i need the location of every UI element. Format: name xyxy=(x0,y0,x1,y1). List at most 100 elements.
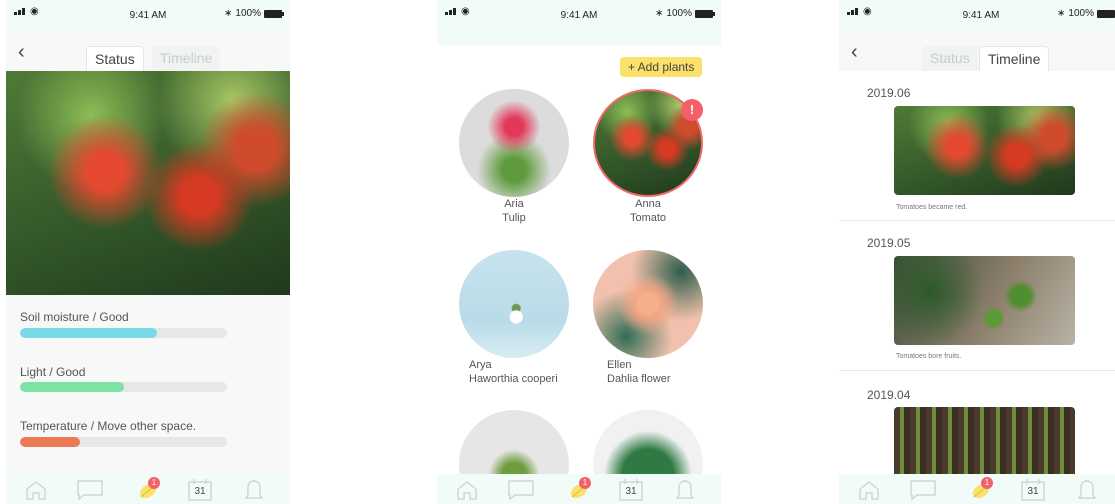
tab-home[interactable] xyxy=(855,478,883,502)
plant-name: Anna xyxy=(635,198,661,210)
timeline-photo xyxy=(894,106,1075,195)
tab-calendar[interactable]: 31 xyxy=(186,478,214,502)
plant-photo-tulip xyxy=(459,89,569,197)
calendar-day: 31 xyxy=(625,486,637,497)
tab-leaf[interactable]: 1 xyxy=(134,477,162,502)
plant-card-aria[interactable]: Aria Tulip xyxy=(459,89,569,225)
back-icon[interactable]: ‹ xyxy=(851,42,858,62)
top-bar: ‹ Status Timeline xyxy=(839,30,1115,72)
notification-badge: 1 xyxy=(579,477,591,489)
plant-name: Ellen xyxy=(607,359,632,371)
plant-name: Aria xyxy=(504,198,524,210)
battery-percent: 100% xyxy=(666,8,692,19)
battery-percent: 100% xyxy=(235,8,261,19)
battery-icon xyxy=(695,9,715,18)
bluetooth-icon: ∗ xyxy=(655,8,664,19)
tab-home[interactable] xyxy=(453,478,481,502)
plant-name: Arya xyxy=(469,359,492,371)
light-bar xyxy=(20,382,227,392)
status-bar: ◉ 9:41 AM ∗ 100% xyxy=(6,0,290,30)
tab-chat[interactable] xyxy=(507,478,535,502)
battery-icon xyxy=(264,9,284,18)
stat-label-light: Light / Good xyxy=(20,365,86,379)
timeline-date: 2019.06 xyxy=(867,86,911,100)
calendar-day: 31 xyxy=(1027,486,1039,497)
leaf-icon: 1 xyxy=(970,477,993,500)
timeline-date: 2019.05 xyxy=(867,236,911,250)
chat-icon xyxy=(77,480,103,500)
tab-bell[interactable] xyxy=(240,478,268,502)
calendar-icon: 31 xyxy=(619,479,643,501)
timeline-entry[interactable]: 2019.05 Tomatoes bore fruits. xyxy=(839,222,1115,371)
top-bar: ‹ Status Timeline xyxy=(6,30,290,72)
temperature-fill xyxy=(20,437,81,447)
plant-card-ellen[interactable]: Ellen Dahlia flower xyxy=(593,250,703,386)
soil-moisture-bar xyxy=(20,328,227,338)
tab-bell[interactable] xyxy=(1073,478,1101,502)
calendar-day: 31 xyxy=(194,486,206,497)
timeline-date: 2019.04 xyxy=(867,388,911,402)
home-icon xyxy=(456,480,478,500)
plant-list-screen: ◉ 9:41 AM ∗ 100% + Add plants Aria Tulip … xyxy=(437,0,721,504)
plant-card-anna[interactable]: ! Anna Tomato xyxy=(593,89,703,225)
light-fill xyxy=(20,382,124,392)
tab-home[interactable] xyxy=(22,478,50,502)
add-plants-button[interactable]: + Add plants xyxy=(620,57,703,77)
bell-icon xyxy=(243,479,265,501)
timeline-entry[interactable]: 2019.04 xyxy=(839,372,1115,496)
alert-icon: ! xyxy=(681,99,703,121)
bluetooth-icon: ∗ xyxy=(224,8,233,19)
leaf-icon: 1 xyxy=(137,477,160,500)
tab-leaf[interactable]: 1 xyxy=(565,477,593,502)
plant-species: Haworthia cooperi xyxy=(469,373,558,385)
tab-bar: 1 31 xyxy=(839,474,1115,504)
tab-bar: 1 31 xyxy=(6,474,290,504)
tab-bell[interactable] xyxy=(671,478,699,502)
stat-label-soil: Soil moisture / Good xyxy=(20,310,129,324)
tab-calendar[interactable]: 31 xyxy=(1019,478,1047,502)
timeline-photo xyxy=(894,256,1075,345)
temperature-bar xyxy=(20,437,227,447)
battery-icon xyxy=(1097,9,1115,18)
stat-label-temperature: Temperature / Move other space. xyxy=(20,419,197,433)
calendar-icon: 31 xyxy=(188,479,212,501)
timeline-screen: ◉ 9:41 AM ∗ 100% ‹ Status Timeline 2019.0… xyxy=(839,0,1115,504)
tab-calendar[interactable]: 31 xyxy=(617,478,645,502)
bell-icon xyxy=(1076,479,1098,501)
bluetooth-icon: ∗ xyxy=(1057,8,1066,19)
plant-species: Tulip xyxy=(502,212,526,224)
bell-icon xyxy=(674,479,696,501)
chat-icon xyxy=(508,480,534,500)
plant-photo-dahlia xyxy=(593,250,703,358)
timeline-caption: Tomatoes bore fruits. xyxy=(896,353,962,360)
status-bar: ◉ 9:41 AM ∗ 100% xyxy=(437,0,721,45)
status-screen: ◉ 9:41 AM ∗ 100% ‹ Status Timeline Soil m… xyxy=(6,0,290,504)
plant-photo xyxy=(6,71,290,295)
home-icon xyxy=(25,480,47,500)
tab-status[interactable]: Status xyxy=(922,46,978,72)
tab-timeline[interactable]: Timeline xyxy=(979,46,1050,72)
plant-species: Dahlia flower xyxy=(607,373,671,385)
plant-species: Tomato xyxy=(629,212,667,224)
notification-badge: 1 xyxy=(981,477,993,489)
chat-icon xyxy=(910,480,936,500)
leaf-icon: 1 xyxy=(568,477,591,500)
plant-card-arya[interactable]: Arya Haworthia cooperi xyxy=(459,250,579,386)
tab-timeline[interactable]: Timeline xyxy=(152,46,221,72)
calendar-icon: 31 xyxy=(1021,479,1045,501)
timeline-entry[interactable]: 2019.06 Tomatoes became red. xyxy=(839,71,1115,221)
back-icon[interactable]: ‹ xyxy=(18,42,25,62)
soil-moisture-fill xyxy=(20,328,157,338)
status-bar: ◉ 9:41 AM ∗ 100% xyxy=(839,0,1115,30)
tab-leaf[interactable]: 1 xyxy=(967,477,995,502)
tab-chat[interactable] xyxy=(909,478,937,502)
tab-status[interactable]: Status xyxy=(86,46,144,72)
timeline-list: 2019.06 Tomatoes became red. 2019.05 Tom… xyxy=(839,71,1115,496)
plant-photo-haworthia xyxy=(459,250,569,358)
notification-badge: 1 xyxy=(148,477,160,489)
stats-panel: Soil moisture / Good Light / Good Temper… xyxy=(6,295,290,475)
battery-percent: 100% xyxy=(1068,8,1094,19)
tab-chat[interactable] xyxy=(76,478,104,502)
tab-bar: 1 31 xyxy=(437,474,721,504)
timeline-caption: Tomatoes became red. xyxy=(896,204,968,211)
